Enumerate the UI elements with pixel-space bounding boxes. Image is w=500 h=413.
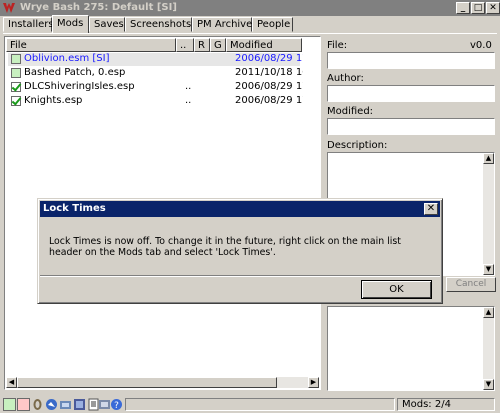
title-bar[interactable]: Wrye Bash 275: Default [SI] _ □ ✕ [0, 0, 500, 16]
description-scrollbar[interactable]: ▲ ▼ [483, 153, 494, 275]
tab-people[interactable]: People [252, 17, 293, 32]
file-label: File: [327, 40, 348, 51]
tool-launcher-icon[interactable] [59, 398, 72, 411]
wrye-bash-app-icon [3, 3, 15, 13]
mod-dots: .. [185, 81, 192, 92]
help-icon[interactable]: ? [110, 398, 123, 411]
tab-strip-line [3, 33, 497, 34]
status-bar: ? Mods: 2/4 [0, 397, 500, 413]
bash-tags-list[interactable]: ▲ ▼ [327, 306, 495, 391]
close-icon: ✕ [489, 3, 497, 13]
file-name-field[interactable] [327, 52, 495, 69]
mod-checkbox[interactable] [11, 54, 21, 64]
dialog-title: Lock Times [43, 203, 106, 214]
tab-mods[interactable]: Mods [52, 15, 89, 33]
horizontal-scroll-thumb[interactable] [17, 377, 277, 388]
dialog-title-bar[interactable]: Lock Times ✕ [40, 201, 440, 217]
mod-dots: .. [185, 95, 192, 106]
scroll-right-button[interactable]: ▶ [308, 377, 319, 388]
arrow-left-icon: ◀ [8, 378, 15, 386]
arrow-right-icon: ▶ [310, 378, 317, 386]
description-label: Description: [327, 140, 388, 151]
close-icon: ✕ [426, 203, 436, 214]
mod-modified: 2006/08/29 17:31:2 [235, 95, 303, 106]
minimize-button[interactable]: _ [456, 2, 470, 14]
tab-screenshots[interactable]: Screenshots [125, 17, 192, 32]
column-header-file[interactable]: File [6, 38, 176, 52]
horizontal-scrollbar[interactable]: ◀ ▶ [6, 377, 319, 388]
scroll-up-button[interactable]: ▲ [483, 307, 494, 318]
mod-checkbox[interactable] [11, 82, 21, 92]
mod-name: Bashed Patch, 0.esp [24, 67, 126, 78]
status-message-pane [125, 398, 395, 411]
svg-text:?: ? [114, 401, 119, 411]
scroll-left-button[interactable]: ◀ [6, 377, 17, 388]
dialog-close-button[interactable]: ✕ [424, 203, 438, 215]
close-button[interactable]: ✕ [486, 2, 500, 14]
mod-checkbox[interactable] [11, 68, 21, 78]
tab-installers[interactable]: Installers [3, 17, 54, 32]
list-row-shivering-isles[interactable]: DLCShiveringIsles.esp .. 2006/08/29 17:3… [8, 81, 303, 94]
column-header-modified[interactable]: Modified [226, 38, 302, 52]
modified-label: Modified: [327, 106, 374, 117]
modified-field[interactable] [327, 118, 495, 135]
mod-manager-icon[interactable] [73, 398, 86, 411]
mod-name: Oblivion.esm [SI] [24, 53, 110, 64]
scroll-down-button[interactable]: ▼ [483, 264, 494, 275]
tab-saves[interactable]: Saves [89, 17, 125, 32]
minimize-icon: _ [460, 3, 466, 13]
ok-button[interactable]: OK [361, 280, 432, 299]
dialog-separator [40, 275, 440, 277]
arrow-down-icon: ▼ [485, 265, 492, 273]
version-label: v0.0 [470, 40, 492, 51]
arrow-down-icon: ▼ [485, 380, 492, 388]
green-box-icon[interactable] [3, 398, 16, 411]
obse-icon[interactable] [45, 398, 58, 411]
scroll-down-button[interactable]: ▼ [483, 379, 494, 390]
maximize-icon: □ [473, 3, 483, 13]
mod-name: Knights.esp [24, 95, 83, 106]
lock-times-dialog[interactable]: Lock Times ✕ Lock Times is now off. To c… [37, 198, 443, 304]
mod-modified: 2011/10/18 16:39:2 [235, 67, 303, 78]
cancel-button[interactable]: Cancel [446, 277, 496, 292]
mod-modified: 2006/08/29 17:30:2 [235, 81, 303, 92]
dialog-message: Lock Times is now off. To change it in t… [49, 236, 401, 258]
list-row-bashed-patch[interactable]: Bashed Patch, 0.esp 2011/10/18 16:39:2 [8, 67, 303, 80]
mod-modified: 2006/08/29 17:29:2 [235, 53, 303, 64]
author-label: Author: [327, 73, 364, 84]
oblivion-launcher-icon[interactable] [31, 398, 44, 411]
red-box-icon[interactable] [17, 398, 30, 411]
column-header-g[interactable]: G [210, 38, 226, 52]
mod-checkbox[interactable] [11, 96, 21, 106]
window-title: Wrye Bash 275: Default [SI] [20, 2, 177, 13]
mod-name: DLCShiveringIsles.esp [24, 81, 135, 92]
scroll-up-button[interactable]: ▲ [483, 153, 494, 164]
column-header-r[interactable]: R [194, 38, 210, 52]
list-row-oblivion[interactable]: Oblivion.esm [SI] 2006/08/29 17:29:2 [8, 53, 303, 66]
author-field[interactable] [327, 85, 495, 102]
mods-count: Mods: 2/4 [397, 398, 495, 411]
column-header-dots[interactable]: .. [176, 38, 194, 52]
maximize-button[interactable]: □ [471, 2, 485, 14]
tab-pm-archive[interactable]: PM Archive [192, 17, 252, 32]
arrow-up-icon: ▲ [485, 154, 492, 162]
tags-scrollbar[interactable]: ▲ ▼ [483, 307, 494, 390]
list-row-knights[interactable]: Knights.esp .. 2006/08/29 17:31:2 [8, 95, 303, 108]
arrow-up-icon: ▲ [485, 308, 492, 316]
